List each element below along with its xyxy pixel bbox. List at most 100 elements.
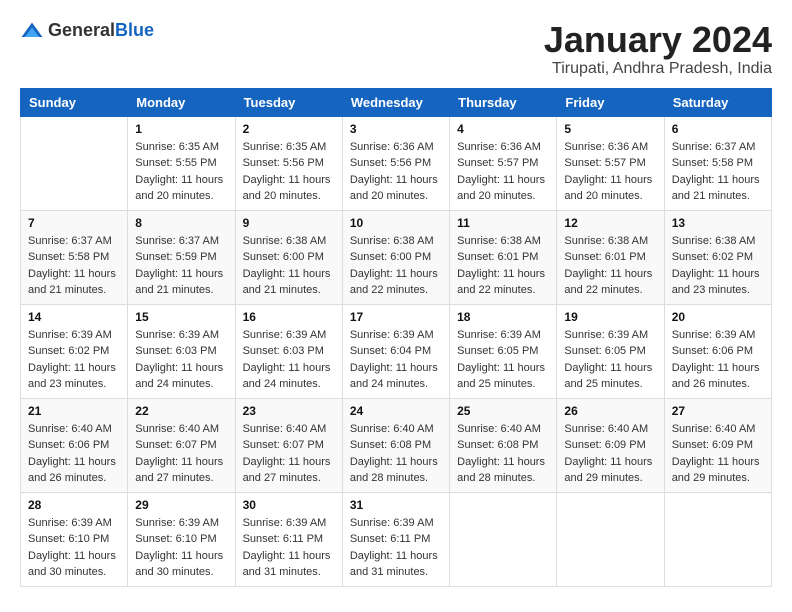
calendar-day-cell: 14 Sunrise: 6:39 AMSunset: 6:02 PMDayligh…: [21, 304, 128, 398]
calendar-day-cell: 7Sunrise: 6:37 AMSunset: 5:58 PMDaylight…: [21, 210, 128, 304]
day-number: 22: [135, 404, 227, 418]
weekday-header-cell: Saturday: [664, 88, 771, 116]
calendar-day-cell: 16Sunrise: 6:39 AMSunset: 6:03 PMDayligh…: [235, 304, 342, 398]
day-number: 10: [350, 216, 442, 230]
title-area: January 2024 Tirupati, Andhra Pradesh, I…: [544, 20, 772, 78]
calendar-day-cell: 9 Sunrise: 6:38 AMSunset: 6:00 PMDaylight…: [235, 210, 342, 304]
calendar-day-cell: 6Sunrise: 6:37 AMSunset: 5:58 PMDaylight…: [664, 116, 771, 210]
calendar-day-cell: 2 Sunrise: 6:35 AMSunset: 5:56 PMDaylight…: [235, 116, 342, 210]
calendar-day-cell: 24Sunrise: 6:40 AMSunset: 6:08 PMDayligh…: [342, 398, 449, 492]
day-info: Sunrise: 6:35 AMSunset: 5:55 PMDaylight:…: [135, 139, 227, 205]
day-number: 8: [135, 216, 227, 230]
calendar-day-cell: 12Sunrise: 6:38 AMSunset: 6:01 PMDayligh…: [557, 210, 664, 304]
day-number: 5: [564, 122, 656, 136]
day-number: 31: [350, 498, 442, 512]
calendar-day-cell: 19 Sunrise: 6:39 AMSunset: 6:05 PMDayligh…: [557, 304, 664, 398]
day-number: 15: [135, 310, 227, 324]
day-info: Sunrise: 6:39 AMSunset: 6:03 PMDaylight:…: [243, 327, 335, 393]
day-info: Sunrise: 6:38 AMSunset: 6:00 PMDaylight:…: [243, 233, 335, 299]
day-info: Sunrise: 6:40 AMSunset: 6:07 PMDaylight:…: [135, 421, 227, 487]
calendar-day-cell: [557, 492, 664, 586]
calendar-week-row: 1 Sunrise: 6:35 AMSunset: 5:55 PMDaylight…: [21, 116, 772, 210]
calendar-day-cell: 4 Sunrise: 6:36 AMSunset: 5:57 PMDaylight…: [450, 116, 557, 210]
calendar-day-cell: 10 Sunrise: 6:38 AMSunset: 6:00 PMDayligh…: [342, 210, 449, 304]
weekday-header-cell: Tuesday: [235, 88, 342, 116]
day-number: 2: [243, 122, 335, 136]
day-number: 12: [564, 216, 656, 230]
weekday-header-row: SundayMondayTuesdayWednesdayThursdayFrid…: [21, 88, 772, 116]
day-info: Sunrise: 6:39 AMSunset: 6:11 PMDaylight:…: [243, 515, 335, 581]
location-subtitle: Tirupati, Andhra Pradesh, India: [544, 60, 772, 78]
day-info: Sunrise: 6:38 AMSunset: 6:01 PMDaylight:…: [457, 233, 549, 299]
day-info: Sunrise: 6:36 AMSunset: 5:57 PMDaylight:…: [564, 139, 656, 205]
day-info: Sunrise: 6:35 AMSunset: 5:56 PMDaylight:…: [243, 139, 335, 205]
day-info: Sunrise: 6:39 AMSunset: 6:03 PMDaylight:…: [135, 327, 227, 393]
day-info: Sunrise: 6:39 AMSunset: 6:05 PMDaylight:…: [457, 327, 549, 393]
calendar-day-cell: 8 Sunrise: 6:37 AMSunset: 5:59 PMDaylight…: [128, 210, 235, 304]
day-number: 7: [28, 216, 120, 230]
calendar-day-cell: 27Sunrise: 6:40 AMSunset: 6:09 PMDayligh…: [664, 398, 771, 492]
calendar-day-cell: 31 Sunrise: 6:39 AMSunset: 6:11 PMDayligh…: [342, 492, 449, 586]
weekday-header-cell: Wednesday: [342, 88, 449, 116]
day-number: 11: [457, 216, 549, 230]
day-info: Sunrise: 6:37 AMSunset: 5:58 PMDaylight:…: [672, 139, 764, 205]
day-info: Sunrise: 6:36 AMSunset: 5:56 PMDaylight:…: [350, 139, 442, 205]
calendar-day-cell: 11 Sunrise: 6:38 AMSunset: 6:01 PMDayligh…: [450, 210, 557, 304]
day-info: Sunrise: 6:39 AMSunset: 6:04 PMDaylight:…: [350, 327, 442, 393]
day-info: Sunrise: 6:39 AMSunset: 6:10 PMDaylight:…: [28, 515, 120, 581]
calendar-week-row: 7Sunrise: 6:37 AMSunset: 5:58 PMDaylight…: [21, 210, 772, 304]
day-number: 14: [28, 310, 120, 324]
day-info: Sunrise: 6:40 AMSunset: 6:09 PMDaylight:…: [672, 421, 764, 487]
day-info: Sunrise: 6:38 AMSunset: 6:00 PMDaylight:…: [350, 233, 442, 299]
calendar-day-cell: 22 Sunrise: 6:40 AMSunset: 6:07 PMDayligh…: [128, 398, 235, 492]
day-number: 18: [457, 310, 549, 324]
calendar-day-cell: 3Sunrise: 6:36 AMSunset: 5:56 PMDaylight…: [342, 116, 449, 210]
day-number: 28: [28, 498, 120, 512]
day-number: 30: [243, 498, 335, 512]
calendar-body: 1 Sunrise: 6:35 AMSunset: 5:55 PMDaylight…: [21, 116, 772, 586]
day-number: 20: [672, 310, 764, 324]
day-info: Sunrise: 6:39 AMSunset: 6:06 PMDaylight:…: [672, 327, 764, 393]
day-info: Sunrise: 6:37 AMSunset: 5:59 PMDaylight:…: [135, 233, 227, 299]
day-info: Sunrise: 6:40 AMSunset: 6:07 PMDaylight:…: [243, 421, 335, 487]
day-number: 1: [135, 122, 227, 136]
day-number: 4: [457, 122, 549, 136]
day-number: 23: [243, 404, 335, 418]
day-number: 19: [564, 310, 656, 324]
calendar-day-cell: [664, 492, 771, 586]
day-number: 9: [243, 216, 335, 230]
day-number: 21: [28, 404, 120, 418]
calendar-day-cell: 13Sunrise: 6:38 AMSunset: 6:02 PMDayligh…: [664, 210, 771, 304]
calendar-day-cell: 21 Sunrise: 6:40 AMSunset: 6:06 PMDayligh…: [21, 398, 128, 492]
day-number: 24: [350, 404, 442, 418]
calendar-day-cell: 17 Sunrise: 6:39 AMSunset: 6:04 PMDayligh…: [342, 304, 449, 398]
day-info: Sunrise: 6:36 AMSunset: 5:57 PMDaylight:…: [457, 139, 549, 205]
day-info: Sunrise: 6:39 AMSunset: 6:05 PMDaylight:…: [564, 327, 656, 393]
day-number: 29: [135, 498, 227, 512]
calendar-day-cell: 20 Sunrise: 6:39 AMSunset: 6:06 PMDayligh…: [664, 304, 771, 398]
calendar-day-cell: 29 Sunrise: 6:39 AMSunset: 6:10 PMDayligh…: [128, 492, 235, 586]
calendar-day-cell: 23 Sunrise: 6:40 AMSunset: 6:07 PMDayligh…: [235, 398, 342, 492]
logo-text-general: General: [48, 20, 115, 40]
calendar-day-cell: [21, 116, 128, 210]
calendar-day-cell: 18 Sunrise: 6:39 AMSunset: 6:05 PMDayligh…: [450, 304, 557, 398]
month-title: January 2024: [544, 20, 772, 60]
day-info: Sunrise: 6:39 AMSunset: 6:10 PMDaylight:…: [135, 515, 227, 581]
calendar-day-cell: 5 Sunrise: 6:36 AMSunset: 5:57 PMDaylight…: [557, 116, 664, 210]
day-info: Sunrise: 6:40 AMSunset: 6:08 PMDaylight:…: [457, 421, 549, 487]
weekday-header-cell: Monday: [128, 88, 235, 116]
day-info: Sunrise: 6:40 AMSunset: 6:06 PMDaylight:…: [28, 421, 120, 487]
calendar-week-row: 14 Sunrise: 6:39 AMSunset: 6:02 PMDayligh…: [21, 304, 772, 398]
day-number: 26: [564, 404, 656, 418]
calendar-day-cell: 25Sunrise: 6:40 AMSunset: 6:08 PMDayligh…: [450, 398, 557, 492]
day-number: 17: [350, 310, 442, 324]
day-info: Sunrise: 6:39 AMSunset: 6:02 PMDaylight:…: [28, 327, 120, 393]
logo-icon: [20, 21, 44, 41]
weekday-header-cell: Friday: [557, 88, 664, 116]
calendar-day-cell: 15 Sunrise: 6:39 AMSunset: 6:03 PMDayligh…: [128, 304, 235, 398]
day-info: Sunrise: 6:39 AMSunset: 6:11 PMDaylight:…: [350, 515, 442, 581]
page-header: GeneralBlue January 2024 Tirupati, Andhr…: [20, 20, 772, 78]
calendar-day-cell: 28 Sunrise: 6:39 AMSunset: 6:10 PMDayligh…: [21, 492, 128, 586]
calendar-table: SundayMondayTuesdayWednesdayThursdayFrid…: [20, 88, 772, 587]
logo: GeneralBlue: [20, 20, 154, 41]
